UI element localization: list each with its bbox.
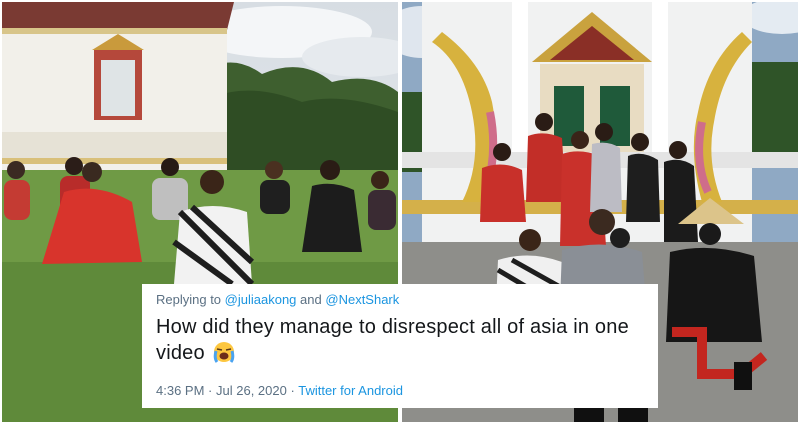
tweet-source-link[interactable]: Twitter for Android xyxy=(298,383,403,398)
tweet-card: Replying to @juliaakong and @NextShark H… xyxy=(142,284,658,408)
tweet-time: 4:36 PM xyxy=(156,383,205,398)
tweet-meta: 4:36 PM · Jul 26, 2020 · Twitter for And… xyxy=(156,383,403,398)
tweet-date[interactable]: Jul 26, 2020 xyxy=(216,383,287,398)
reply-conjunction: and xyxy=(300,292,322,307)
meta-separator-1: · xyxy=(208,383,213,398)
loudly-crying-face-icon xyxy=(213,341,235,363)
mention-juliaakong-link[interactable]: @juliaakong xyxy=(225,292,297,307)
mention-nextshark-link[interactable]: @NextShark xyxy=(325,292,399,307)
tweet-text: How did they manage to disrespect all of… xyxy=(156,314,644,366)
reply-prefix: Replying to xyxy=(156,292,222,307)
meta-separator-2: · xyxy=(290,383,295,398)
reply-line: Replying to @juliaakong and @NextShark xyxy=(156,292,644,308)
